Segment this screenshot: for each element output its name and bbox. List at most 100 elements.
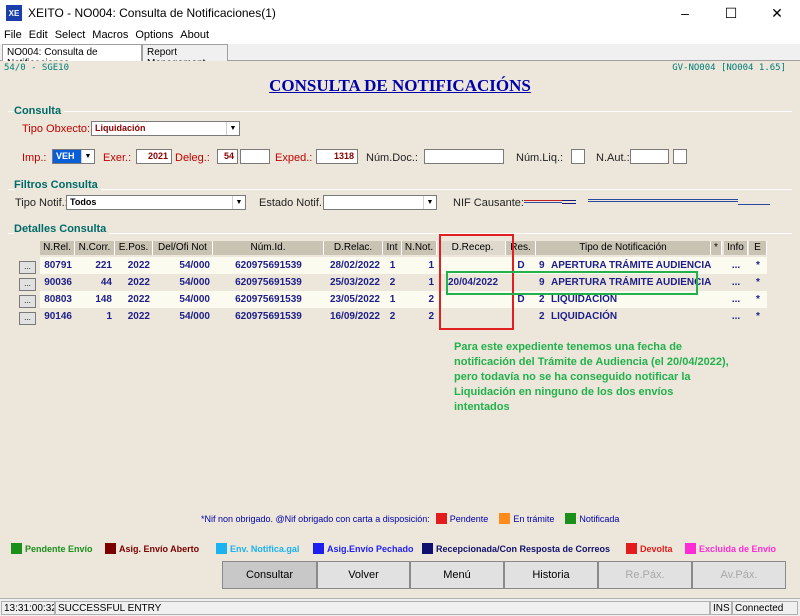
status-mode: INS: [710, 601, 732, 615]
col-asterisk[interactable]: *: [711, 241, 722, 255]
tipo-obxecto-label: Tipo Obxecto:: [22, 123, 91, 135]
menu-file[interactable]: File: [4, 29, 22, 41]
status-asig-envio-aberto: Asig. Envío Aberto: [105, 543, 199, 554]
col-epos[interactable]: E.Pos.: [115, 241, 153, 255]
cell-nrel: 80803: [44, 294, 72, 305]
cell-e: *: [756, 294, 760, 305]
status-label: Asig. Envío Aberto: [119, 543, 200, 554]
nif-causante-label: NIF Causante:: [453, 197, 524, 209]
row-detail-button[interactable]: ...: [19, 261, 36, 274]
row-detail-button[interactable]: ...: [19, 278, 36, 291]
status-time: 13:31:00:323: [1, 601, 55, 615]
menu-about[interactable]: About: [180, 29, 209, 41]
program-version: GV-NO004 [NO004 1.65]: [672, 63, 786, 73]
menu-edit[interactable]: Edit: [29, 29, 48, 41]
re-pax-button[interactable]: Re.Páx.: [598, 561, 692, 589]
status-bar: 13:31:00:323 SUCCESSFUL ENTRY INS Connec…: [0, 598, 800, 616]
cell-info[interactable]: ...: [724, 257, 748, 274]
exer-input[interactable]: 2021: [136, 149, 172, 164]
imp-label: Imp.:: [22, 152, 47, 164]
deleg-input[interactable]: 54: [217, 149, 238, 164]
swatch: [685, 543, 696, 554]
cell-epos: 2022: [127, 260, 150, 271]
cell-e: *: [756, 311, 760, 322]
cell-drelac: 28/02/2022: [329, 260, 380, 271]
col-delofi[interactable]: Del/Ofi Not: [153, 241, 213, 255]
status-label: Pendente Envío: [25, 543, 93, 554]
cell-delofi: 54/000: [179, 311, 210, 322]
cell-ncorr: 221: [95, 260, 112, 271]
minimize-icon[interactable]: –: [662, 0, 708, 26]
exped-label: Exped.:: [275, 152, 313, 164]
page-title: CONSULTA DE NOTIFICACIÓNS: [269, 76, 531, 95]
cell-nrel: 80791: [44, 260, 72, 271]
cell-info[interactable]: ...: [724, 291, 748, 308]
menu-button[interactable]: Menú: [410, 561, 504, 589]
tipo-obxecto-value: Liquidación: [95, 123, 146, 133]
estado-notif-label: Estado Notif.:: [259, 197, 326, 209]
estado-notif-select[interactable]: ▼: [323, 195, 437, 210]
volver-button[interactable]: Volver: [317, 561, 410, 589]
cell-ncorr: 148: [95, 294, 112, 305]
swatch: [11, 543, 22, 554]
menu-select[interactable]: Select: [55, 29, 86, 41]
tab-report-management[interactable]: Report Management: [142, 44, 228, 69]
cell-epos: 2022: [127, 311, 150, 322]
exped-input[interactable]: 1318: [316, 149, 358, 164]
tipo-notif-value: Todos: [70, 197, 97, 207]
app-logo-icon: XE: [6, 5, 22, 21]
historia-button[interactable]: Historia: [504, 561, 598, 589]
cell-ncorr: 44: [100, 277, 112, 288]
menu-options[interactable]: Options: [135, 29, 173, 41]
col-drelac[interactable]: D.Relac.: [324, 241, 383, 255]
cell-info[interactable]: ...: [724, 308, 748, 325]
tab-consulta-notificaciones[interactable]: NO004: Consulta de Notificaciones: [2, 44, 142, 69]
naut-extra-input[interactable]: [673, 149, 687, 164]
col-e[interactable]: E: [749, 241, 767, 255]
naut-input[interactable]: [630, 149, 669, 164]
numliq-input[interactable]: [571, 149, 585, 164]
numdoc-input[interactable]: [424, 149, 504, 164]
chevron-down-icon[interactable]: ▼: [81, 150, 94, 163]
swatch: [422, 543, 433, 554]
cell-numid: 620975691539: [235, 277, 302, 288]
cell-delofi: 54/000: [179, 277, 210, 288]
consultar-button[interactable]: Consultar: [222, 561, 317, 589]
swatch: [105, 543, 116, 554]
cell-info[interactable]: ...: [724, 274, 748, 291]
col-info[interactable]: Info: [724, 241, 748, 255]
cell-drelac: 23/05/2022: [329, 294, 380, 305]
cell-ncorr: 1: [106, 311, 112, 322]
col-nnot[interactable]: N.Not.: [402, 241, 437, 255]
col-tipo-notificacion[interactable]: Tipo de Notificación: [536, 241, 711, 255]
col-numid[interactable]: Núm.Id.: [213, 241, 324, 255]
close-icon[interactable]: ✕: [754, 0, 800, 26]
col-ncorr[interactable]: N.Corr.: [75, 241, 115, 255]
col-nrel[interactable]: N.Rel.: [40, 241, 75, 255]
cell-int: 2: [389, 277, 396, 288]
cell-nnot: 1: [428, 277, 434, 288]
deleg-extra-input[interactable]: [240, 149, 270, 164]
menu-macros[interactable]: Macros: [92, 29, 128, 41]
nif-causante-input[interactable]: [524, 197, 772, 207]
tipo-notif-select[interactable]: Todos ▼: [66, 195, 246, 210]
tipo-obxecto-select[interactable]: Liquidación ▼: [91, 121, 240, 136]
maximize-icon[interactable]: ☐: [708, 0, 754, 26]
row-detail-button[interactable]: ...: [19, 312, 36, 325]
status-recepcionada: Recepcionada/Con Resposta de Correos: [422, 543, 610, 554]
chevron-down-icon[interactable]: ▼: [232, 196, 245, 209]
status-env-notifica-gal: Env. Notifica.gal: [216, 543, 299, 554]
consulta-group-title: Consulta: [14, 105, 65, 117]
cell-e: *: [756, 260, 760, 271]
row-detail-button[interactable]: ...: [19, 295, 36, 308]
av-pax-button[interactable]: Av.Páx.: [692, 561, 786, 589]
cell-delofi: 54/000: [179, 294, 210, 305]
chevron-down-icon[interactable]: ▼: [423, 196, 436, 209]
imp-select[interactable]: VEH ▼: [52, 149, 95, 164]
col-int[interactable]: Int: [383, 241, 402, 255]
numliq-label: Núm.Liq.:: [516, 152, 564, 164]
status-message: SUCCESSFUL ENTRY: [55, 601, 710, 615]
chevron-down-icon[interactable]: ▼: [226, 122, 239, 135]
cell-numid: 620975691539: [235, 311, 302, 322]
table-row[interactable]: 90146 1 2022 54/000 620975691539 16/09/2…: [40, 308, 767, 325]
